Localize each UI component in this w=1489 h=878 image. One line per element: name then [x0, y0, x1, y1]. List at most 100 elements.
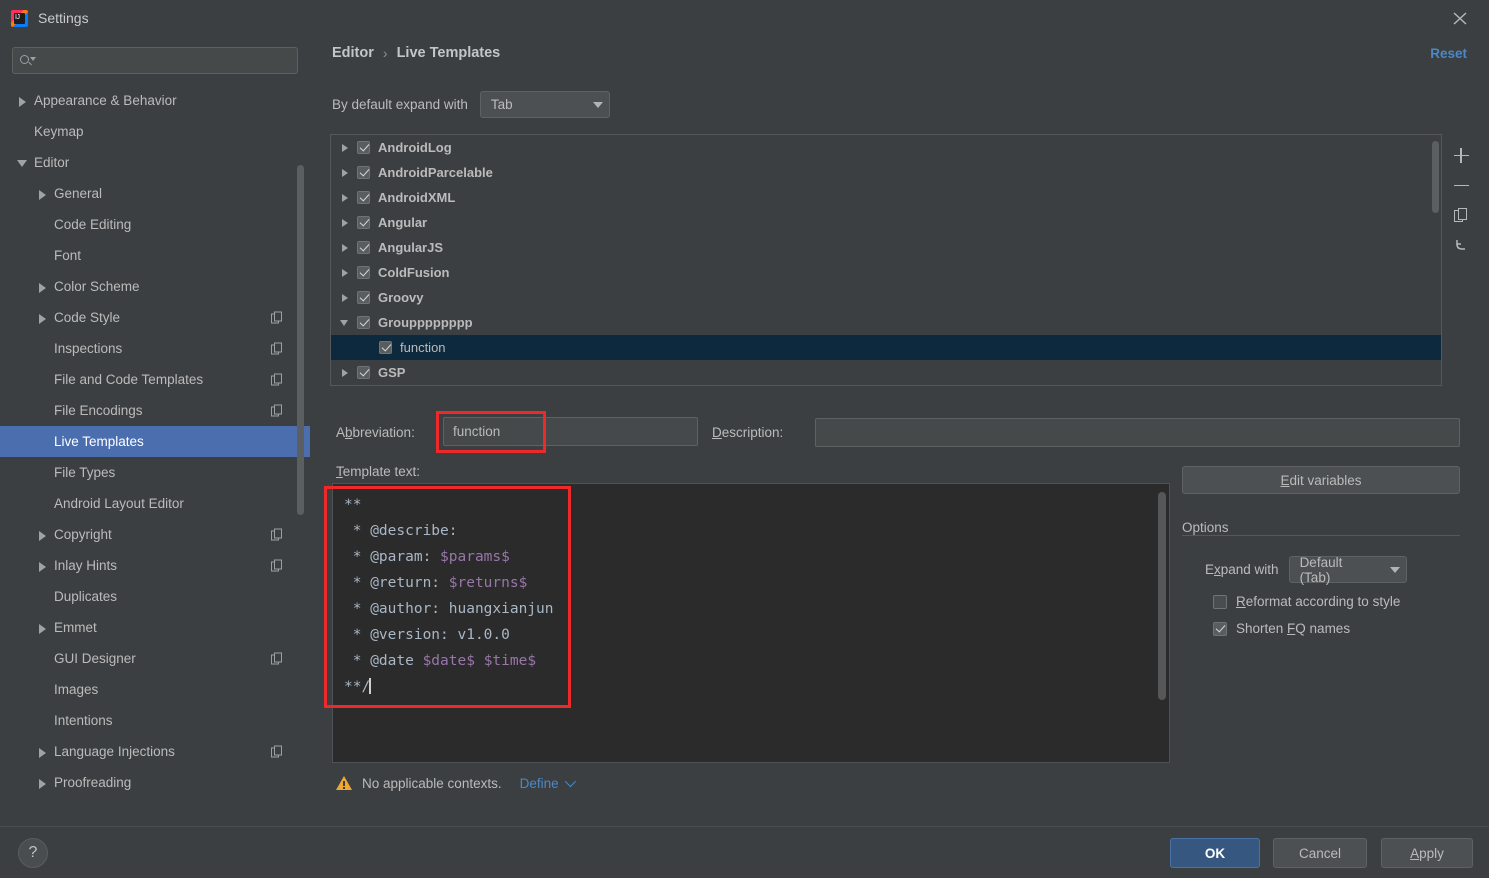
add-template-button[interactable]	[1446, 140, 1476, 170]
sidebar-item-intentions[interactable]: Intentions	[0, 705, 310, 736]
apply-button[interactable]: Apply	[1381, 838, 1473, 868]
chevron-right-icon[interactable]	[36, 528, 50, 542]
sidebar-item-textmate-bundles[interactable]: TextMate Bundles	[0, 798, 310, 803]
template-checkbox[interactable]	[357, 266, 370, 279]
chevron-right-icon[interactable]	[36, 776, 50, 790]
chevron-right-icon[interactable]	[36, 621, 50, 635]
template-row[interactable]: AndroidLog	[331, 135, 1441, 160]
template-row[interactable]: AngularJS	[331, 235, 1441, 260]
sidebar-item-font[interactable]: Font	[0, 240, 310, 271]
template-row[interactable]: GSP	[331, 360, 1441, 385]
chevron-right-icon[interactable]	[339, 266, 353, 280]
sidebar-item-label: Live Templates	[54, 434, 144, 449]
reset-link[interactable]: Reset	[1430, 46, 1467, 61]
sidebar-item-live-templates[interactable]: Live Templates	[0, 426, 310, 457]
sidebar-item-file-and-code-templates[interactable]: File and Code Templates	[0, 364, 310, 395]
template-checkbox[interactable]	[357, 241, 370, 254]
chevron-down-icon[interactable]	[339, 316, 353, 330]
template-checkbox[interactable]	[357, 166, 370, 179]
sidebar-item-file-encodings[interactable]: File Encodings	[0, 395, 310, 426]
sidebar-item-file-types[interactable]: File Types	[0, 457, 310, 488]
sidebar-item-inlay-hints[interactable]: Inlay Hints	[0, 550, 310, 581]
chevron-right-icon[interactable]	[339, 291, 353, 305]
chevron-right-icon[interactable]	[36, 559, 50, 573]
ok-button[interactable]: OK	[1170, 838, 1260, 868]
sidebar-item-emmet[interactable]: Emmet	[0, 612, 310, 643]
sidebar-item-inspections[interactable]: Inspections	[0, 333, 310, 364]
shorten-option-row[interactable]: Shorten FQ names	[1213, 621, 1350, 636]
template-name: ColdFusion	[378, 265, 450, 280]
chevron-right-icon[interactable]	[339, 166, 353, 180]
default-expand-combo[interactable]: Tab	[479, 91, 610, 118]
sidebar-item-gui-designer[interactable]: GUI Designer	[0, 643, 310, 674]
chevron-right-icon[interactable]	[36, 311, 50, 325]
search-box[interactable]	[12, 47, 298, 74]
template-row[interactable]: ColdFusion	[331, 260, 1441, 285]
sidebar-item-android-layout-editor[interactable]: Android Layout Editor	[0, 488, 310, 519]
code-token: **/	[344, 679, 371, 695]
remove-template-button[interactable]	[1446, 170, 1476, 200]
reformat-option-row[interactable]: Reformat according to style	[1213, 594, 1400, 609]
sidebar-item-editor[interactable]: Editor	[0, 147, 310, 178]
template-checkbox[interactable]	[357, 291, 370, 304]
editor-scrollbar-thumb[interactable]	[1158, 492, 1166, 700]
chevron-right-icon[interactable]	[339, 366, 353, 380]
expand-with-combo[interactable]: Default (Tab)	[1288, 555, 1407, 585]
sidebar-item-code-style[interactable]: Code Style	[0, 302, 310, 333]
sidebar-item-code-editing[interactable]: Code Editing	[0, 209, 310, 240]
template-checkbox[interactable]	[357, 366, 370, 379]
search-input[interactable]	[39, 53, 290, 68]
sidebar-item-keymap[interactable]: Keymap	[0, 116, 310, 147]
chevron-right-icon[interactable]	[36, 745, 50, 759]
template-row[interactable]: Angular	[331, 210, 1441, 235]
chevron-right-icon[interactable]	[36, 187, 50, 201]
define-link[interactable]: Define	[520, 776, 576, 791]
template-checkbox[interactable]	[379, 341, 392, 354]
sidebar-item-appearance-behavior[interactable]: Appearance & Behavior	[0, 85, 310, 116]
chevron-right-icon[interactable]	[16, 94, 30, 108]
sidebar-scrollbar-thumb[interactable]	[297, 165, 304, 515]
sidebar-item-images[interactable]: Images	[0, 674, 310, 705]
template-row[interactable]: AndroidParcelable	[331, 160, 1441, 185]
sidebar-item-proofreading[interactable]: Proofreading	[0, 767, 310, 798]
sidebar-item-language-injections[interactable]: Language Injections	[0, 736, 310, 767]
template-row[interactable]: AndroidXML	[331, 185, 1441, 210]
template-text-content[interactable]: ** * @describe: * @param: $params$ * @re…	[333, 484, 1169, 700]
template-list[interactable]: AndroidLog AndroidParcelable AndroidXML Ang…	[331, 135, 1441, 385]
close-icon[interactable]	[1449, 8, 1471, 28]
sidebar-item-color-scheme[interactable]: Color Scheme	[0, 271, 310, 302]
template-variable-token: $params$	[440, 549, 510, 565]
sidebar-item-copyright[interactable]: Copyright	[0, 519, 310, 550]
template-checkbox[interactable]	[357, 216, 370, 229]
breadcrumb-root[interactable]: Editor	[332, 45, 374, 61]
help-button[interactable]: ?	[18, 838, 48, 868]
template-checkbox[interactable]	[357, 141, 370, 154]
project-scope-icon	[271, 373, 284, 386]
sidebar-scrollbar[interactable]	[297, 85, 307, 803]
chevron-right-icon[interactable]	[339, 241, 353, 255]
intellij-idea-icon: IJ	[11, 9, 28, 27]
cancel-button[interactable]: Cancel	[1273, 838, 1367, 868]
template-list-scrollbar-thumb[interactable]	[1432, 141, 1439, 213]
chevron-right-icon[interactable]	[339, 216, 353, 230]
sidebar-item-general[interactable]: General	[0, 178, 310, 209]
chevron-right-icon[interactable]	[36, 280, 50, 294]
chevron-down-icon[interactable]	[16, 156, 30, 170]
description-input[interactable]	[816, 419, 1459, 446]
revert-template-button[interactable]	[1446, 230, 1476, 260]
template-text-editor[interactable]: ** * @describe: * @param: $params$ * @re…	[332, 483, 1170, 763]
edit-variables-button[interactable]: Edit variables	[1182, 466, 1460, 494]
template-row[interactable]: function	[331, 335, 1441, 360]
abbreviation-input[interactable]	[444, 418, 697, 445]
duplicate-template-button[interactable]	[1446, 200, 1476, 230]
template-row[interactable]: Groovy	[331, 285, 1441, 310]
template-checkbox[interactable]	[357, 316, 370, 329]
expand-with-row: Expand with Default (Tab)	[1205, 555, 1407, 585]
reformat-checkbox[interactable]	[1213, 594, 1227, 609]
shorten-checkbox[interactable]	[1213, 621, 1227, 636]
template-row[interactable]: Groupppppppp	[331, 310, 1441, 335]
chevron-right-icon[interactable]	[339, 191, 353, 205]
sidebar-item-duplicates[interactable]: Duplicates	[0, 581, 310, 612]
template-checkbox[interactable]	[357, 191, 370, 204]
chevron-right-icon[interactable]	[339, 141, 353, 155]
